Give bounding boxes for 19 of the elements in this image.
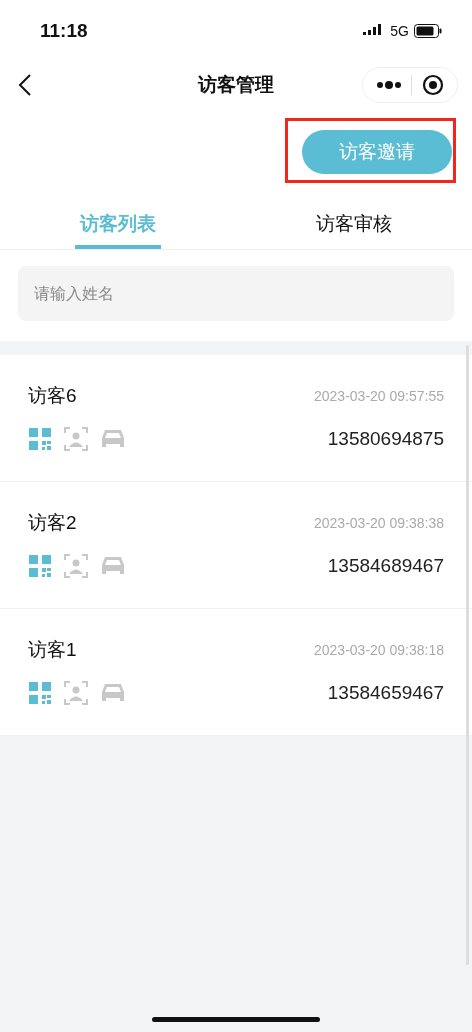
more-icon[interactable]: [375, 81, 402, 89]
invite-button[interactable]: 访客邀请: [302, 130, 452, 174]
battery-icon: [414, 24, 442, 38]
status-time: 11:18: [40, 20, 88, 42]
tab[interactable]: 访客审核: [311, 205, 397, 249]
visitor-name: 访客1: [28, 638, 77, 662]
phone-number: 13580694875: [327, 428, 444, 450]
search-field[interactable]: 请输入姓名: [18, 266, 454, 321]
phone-number: 13584689467: [327, 555, 444, 577]
visit-time: 2023-03-20 09:38:38: [314, 515, 444, 531]
visit-time: 2023-03-20 09:38:18: [314, 642, 444, 658]
back-icon[interactable]: [18, 73, 32, 97]
page-title: 访客管理: [196, 73, 275, 97]
close-icon[interactable]: [422, 74, 445, 96]
visitor-name: 访客6: [28, 384, 77, 408]
network-label: 5G: [390, 23, 409, 39]
phone-number: 13584659467: [327, 682, 444, 704]
visit-time: 2023-03-20 09:57:55: [314, 388, 444, 404]
visitor-name: 访客2: [28, 511, 77, 535]
